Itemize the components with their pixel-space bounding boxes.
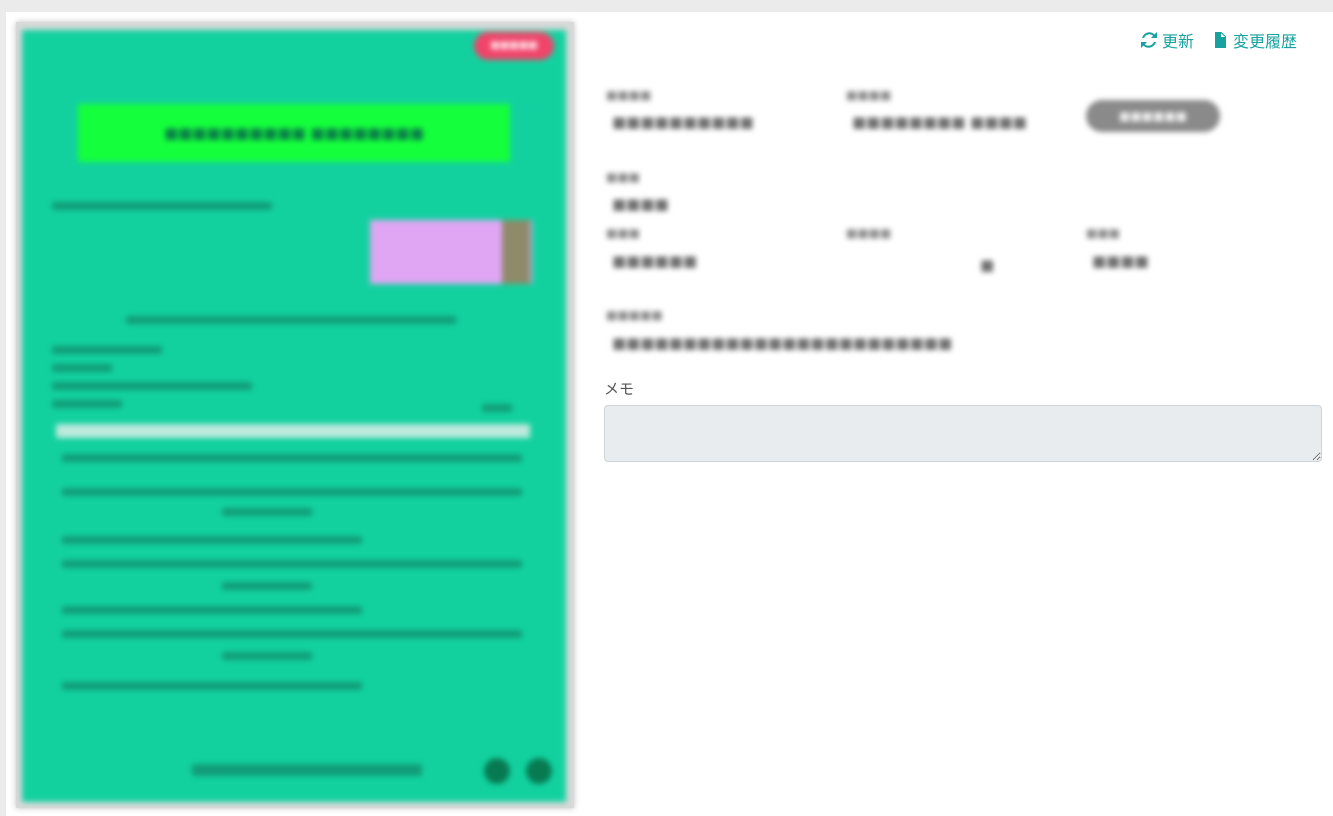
document-stamp-edge — [502, 220, 530, 284]
document-icon — [1214, 32, 1226, 48]
document-table-row — [62, 630, 522, 638]
document-summary-line — [126, 316, 456, 324]
document-table-row — [222, 652, 312, 660]
document-table-row — [222, 508, 312, 516]
document-text-line — [482, 404, 512, 412]
document-table-row — [62, 488, 522, 496]
document-table-row — [62, 682, 362, 690]
document-text-line — [52, 400, 122, 408]
document-text-line — [52, 364, 112, 372]
document-footer-line — [192, 764, 422, 776]
document-footer-icon — [484, 758, 510, 784]
document-text-line — [52, 202, 272, 210]
document-preview[interactable]: ■■■■■ ■■■■■■■■■■ ■■■■■■■■ — [16, 22, 574, 808]
document-text-line — [52, 346, 162, 354]
document-table-header — [56, 424, 530, 438]
issuer-label: ■■■ — [606, 170, 641, 184]
filename-value: ■■■■■■■■■■■■■■■■■■■■■■■■ — [612, 334, 953, 352]
registered-value: ■■■■■■■■ ■■■■ — [852, 113, 1027, 131]
doc-number-value: ■■■■■■■■■■ — [612, 113, 754, 131]
document-table-row — [62, 454, 522, 462]
amount-label: ■■■■ — [846, 226, 892, 240]
document-table-row — [62, 606, 362, 614]
document-image: ■■■■■ ■■■■■■■■■■ ■■■■■■■■ — [22, 30, 566, 802]
document-table-row — [222, 582, 312, 590]
type-value: ■■■■ — [1092, 252, 1149, 270]
memo-input[interactable] — [604, 405, 1322, 462]
memo-label: メモ — [604, 380, 635, 398]
history-button[interactable]: 変更履歴 — [1212, 28, 1297, 52]
filename-label: ■■■■■ — [606, 308, 663, 322]
refresh-label: 更新 — [1161, 32, 1194, 51]
document-badge: ■■■■■ — [474, 32, 554, 60]
issuer-value: ■■■■ — [612, 195, 669, 213]
date-label: ■■■ — [606, 226, 641, 240]
registered-label: ■■■■ — [846, 88, 892, 102]
document-text-line — [52, 382, 252, 390]
type-label: ■■■ — [1086, 226, 1121, 240]
status-badge: ■■■■■■ — [1086, 100, 1220, 132]
doc-number-label: ■■■■ — [606, 88, 652, 102]
document-title: ■■■■■■■■■■ ■■■■■■■■ — [78, 104, 510, 162]
date-value: ■■■■■■ — [612, 252, 698, 270]
refresh-button[interactable]: 更新 — [1140, 28, 1194, 52]
history-label: 変更履歴 — [1232, 32, 1297, 51]
refresh-icon — [1140, 32, 1157, 48]
document-table-row — [62, 560, 522, 568]
amount-value: ■ — [980, 256, 995, 274]
detail-toolbar: 更新 変更履歴 — [1140, 28, 1297, 52]
document-table-row — [62, 536, 362, 544]
document-footer-icon — [526, 758, 552, 784]
